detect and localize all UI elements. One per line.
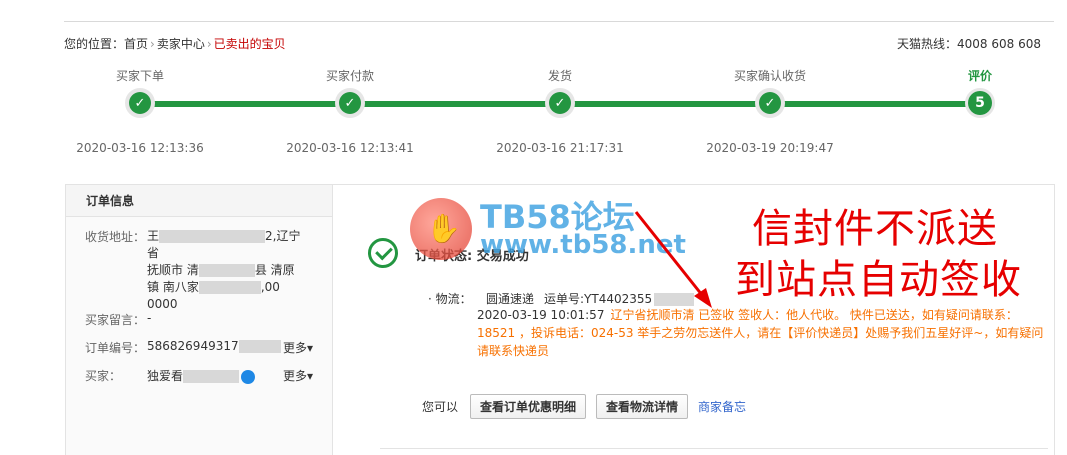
arrow-shaft [634,211,708,301]
arrow-head [694,288,712,308]
annotation-line2: 到站点自动签收 [735,257,1022,303]
annotation-line1: 信封件不派送 [752,206,998,252]
